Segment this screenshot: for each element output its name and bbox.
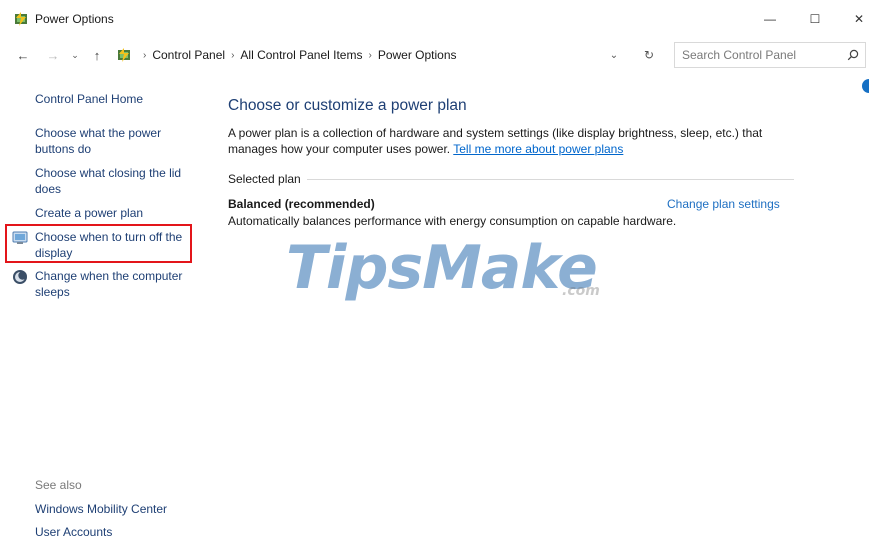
watermark: TipsMake .com (286, 233, 606, 313)
minimize-button[interactable]: — (753, 6, 787, 32)
highlight-box (5, 224, 192, 263)
forward-arrow-icon[interactable]: → (44, 46, 62, 64)
maximize-button[interactable]: ☐ (798, 6, 832, 32)
close-button[interactable]: ✕ (842, 6, 869, 32)
power-options-app-icon (12, 11, 30, 27)
change-plan-settings-link[interactable]: Change plan settings (667, 197, 780, 211)
sidebar-link-closing-lid[interactable]: Choose what closing the lid does (35, 165, 195, 197)
page-title: Choose or customize a power plan (228, 97, 467, 114)
sidebar-link-mobility-center[interactable]: Windows Mobility Center (35, 501, 195, 517)
breadcrumb-separator-icon[interactable]: › (368, 50, 371, 61)
sidebar-link-computer-sleeps-label: Change when the computer sleeps (35, 269, 183, 299)
plan-description: Automatically balances performance with … (228, 214, 677, 228)
moon-sleep-icon (12, 269, 28, 285)
search-icon[interactable] (845, 47, 861, 63)
title-bar: Power Options — ☐ ✕ (0, 0, 869, 38)
search-input[interactable] (675, 43, 845, 67)
left-nav-pane: Control Panel Home Choose what the power… (0, 72, 200, 537)
breadcrumb-separator-icon[interactable]: › (231, 50, 234, 61)
plan-name: Balanced (recommended) (228, 197, 375, 211)
page-description: A power plan is a collection of hardware… (228, 125, 788, 157)
control-panel-location-icon (115, 47, 133, 63)
sidebar-link-power-buttons[interactable]: Choose what the power buttons do (35, 125, 195, 157)
navigation-bar: ← → ⌄ ↑ › Control Panel › All Control Pa… (0, 38, 869, 72)
address-bar[interactable]: › Control Panel › All Control Panel Item… (110, 42, 663, 68)
window-title: Power Options (35, 12, 114, 26)
sidebar-link-user-accounts[interactable]: User Accounts (35, 524, 195, 537)
learn-more-link[interactable]: Tell me more about power plans (453, 142, 623, 156)
selected-plan-label: Selected plan (228, 172, 307, 186)
help-icon[interactable] (862, 79, 869, 93)
recent-locations-icon[interactable]: ⌄ (66, 46, 84, 64)
sidebar-link-computer-sleeps[interactable]: Change when the computer sleeps (12, 268, 197, 302)
refresh-icon[interactable]: ↻ (640, 46, 658, 64)
search-box[interactable] (674, 42, 866, 68)
breadcrumb-control-panel[interactable]: Control Panel (152, 48, 225, 62)
sidebar-link-control-panel-home[interactable]: Control Panel Home (35, 91, 195, 107)
group-divider (303, 179, 794, 180)
up-arrow-icon[interactable]: ↑ (88, 46, 106, 64)
back-arrow-icon[interactable]: ← (14, 46, 32, 64)
watermark-suffix: .com (562, 283, 600, 299)
breadcrumb-separator-icon: › (143, 49, 147, 61)
breadcrumb-power-options[interactable]: Power Options (378, 48, 457, 62)
breadcrumb-all-items[interactable]: All Control Panel Items (240, 48, 362, 62)
watermark-text: TipsMake (286, 233, 598, 303)
see-also-label: See also (35, 478, 82, 492)
sidebar-link-create-plan[interactable]: Create a power plan (35, 205, 195, 221)
address-dropdown-icon[interactable]: ⌄ (607, 48, 621, 62)
